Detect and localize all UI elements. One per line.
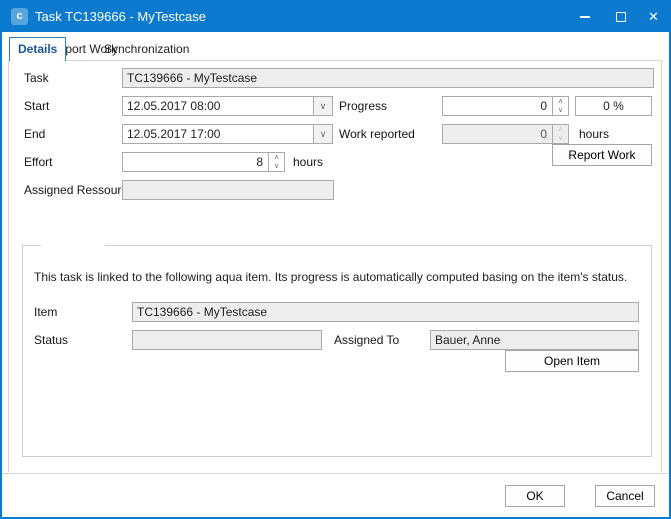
task-dialog-window: c Task TC139666 - MyTestcase ✕ Details R…: [0, 0, 671, 519]
spinner-up-icon[interactable]: ∧: [553, 97, 568, 106]
footer-separator: [2, 473, 669, 474]
cancel-button[interactable]: Cancel: [595, 485, 655, 507]
effort-unit-label: hours: [293, 152, 323, 172]
spinner-down-icon[interactable]: ∨: [553, 106, 568, 115]
assigned-ressource-field: [122, 180, 334, 200]
task-label: Task: [24, 68, 49, 88]
linked-item-description: This task is linked to the following aqu…: [34, 270, 634, 284]
window-title: Task TC139666 - MyTestcase: [35, 2, 206, 32]
progress-input[interactable]: [443, 97, 552, 115]
end-date-input[interactable]: [123, 125, 313, 143]
work-reported-label: Work reported: [339, 124, 415, 144]
assigned-to-field: Bauer, Anne: [430, 330, 639, 350]
open-item-button[interactable]: Open Item: [505, 350, 639, 372]
tab-synchronization[interactable]: Synchronization: [104, 38, 189, 60]
groupbox-caption-gap: [41, 244, 105, 247]
maximize-button[interactable]: [604, 2, 638, 32]
progress-label: Progress: [339, 96, 387, 116]
item-field: TC139666 - MyTestcase: [132, 302, 639, 322]
start-date-input[interactable]: [123, 97, 313, 115]
assigned-ressource-label: Assigned Ressource: [24, 180, 134, 200]
tab-page-left-border: [8, 60, 9, 472]
spinner-down-icon: ∨: [553, 134, 568, 143]
work-reported-unit-label: hours: [579, 124, 609, 144]
start-date-combo[interactable]: ∨: [122, 96, 333, 116]
report-work-button[interactable]: Report Work: [552, 144, 652, 166]
end-date-combo[interactable]: ∨: [122, 124, 333, 144]
spinner-up-icon[interactable]: ∧: [269, 153, 284, 162]
maximize-icon: [616, 12, 626, 22]
title-bar: c Task TC139666 - MyTestcase ✕: [2, 2, 669, 32]
work-reported-input: [443, 125, 552, 143]
progress-spinner[interactable]: ∧ ∨: [442, 96, 569, 116]
close-icon: ✕: [648, 9, 659, 25]
item-label: Item: [34, 302, 57, 322]
minimize-icon: [580, 16, 590, 18]
start-dropdown-button[interactable]: ∨: [313, 97, 332, 115]
tab-page-top-border: [8, 60, 662, 61]
effort-spinner[interactable]: ∧ ∨: [122, 152, 285, 172]
chevron-down-icon: ∨: [320, 101, 327, 112]
progress-percent-display: 0 %: [575, 96, 652, 116]
spinner-down-icon[interactable]: ∨: [269, 162, 284, 171]
task-field: TC139666 - MyTestcase: [122, 68, 654, 88]
assigned-to-label: Assigned To: [334, 330, 399, 350]
chevron-down-icon: ∨: [320, 129, 327, 140]
end-label: End: [24, 124, 45, 144]
effort-label: Effort: [24, 152, 52, 172]
effort-input[interactable]: [123, 153, 268, 171]
end-dropdown-button[interactable]: ∨: [313, 125, 332, 143]
tab-page-right-border: [661, 60, 662, 472]
status-field: [132, 330, 322, 350]
work-reported-spinner: ∧ ∨: [442, 124, 569, 144]
status-label: Status: [34, 330, 68, 350]
tab-details[interactable]: Details: [9, 37, 66, 61]
minimize-button[interactable]: [568, 2, 602, 32]
start-label: Start: [24, 96, 49, 116]
spinner-up-icon: ∧: [553, 125, 568, 134]
ok-button[interactable]: OK: [505, 485, 565, 507]
app-icon: c: [11, 8, 28, 25]
close-button[interactable]: ✕: [638, 2, 669, 32]
